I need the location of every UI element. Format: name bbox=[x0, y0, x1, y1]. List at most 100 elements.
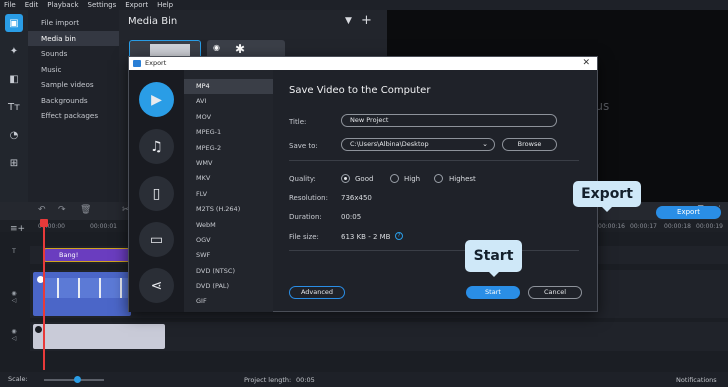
resolution-label: Resolution: bbox=[289, 194, 328, 202]
format-item[interactable]: MKV bbox=[184, 171, 273, 186]
filter-icon[interactable]: ▼ bbox=[345, 16, 352, 26]
dialog-title: Export bbox=[145, 59, 167, 67]
chevron-down-icon: ⌄ bbox=[482, 140, 488, 148]
ruler-tick: 00:00:19 bbox=[696, 223, 723, 230]
cancel-button[interactable]: Cancel bbox=[528, 286, 582, 299]
play-icon: ◉ bbox=[213, 43, 220, 52]
sidebar-item-music[interactable]: Music bbox=[28, 62, 119, 78]
advanced-button[interactable]: Advanced bbox=[289, 286, 345, 299]
format-item[interactable]: M2TS (H.264) bbox=[184, 202, 273, 217]
app-icon bbox=[133, 60, 141, 67]
format-item[interactable]: MOV bbox=[184, 110, 273, 125]
format-item[interactable]: WebM bbox=[184, 218, 273, 233]
audio-file-icon[interactable]: ♫ bbox=[139, 129, 174, 164]
ruler-tick: 00:00:16 bbox=[598, 223, 625, 230]
format-item[interactable]: MPEG-1 bbox=[184, 125, 273, 140]
sidebar-item-effect-packages[interactable]: Effect packages bbox=[28, 108, 119, 124]
quality-good-label: Good bbox=[355, 175, 374, 183]
undo-icon[interactable]: ↶ bbox=[38, 205, 46, 215]
status-bar: Scale: Project length: 00:05 Notificatio… bbox=[0, 372, 728, 387]
sidebar-item-sounds[interactable]: Sounds bbox=[28, 46, 119, 62]
clip-star-icon bbox=[35, 326, 42, 333]
video-track-controls[interactable]: ◉ ◁ bbox=[0, 290, 28, 304]
sidebar-item-backgrounds[interactable]: Backgrounds bbox=[28, 93, 119, 109]
menu-export[interactable]: Export bbox=[125, 1, 148, 9]
title-input[interactable]: New Project bbox=[341, 114, 557, 127]
playhead[interactable] bbox=[43, 220, 45, 370]
quality-good-radio[interactable] bbox=[341, 174, 350, 183]
divider bbox=[289, 250, 579, 251]
title-clip-label: Bang! bbox=[59, 251, 79, 259]
ruler-tick: 00:00:01 bbox=[90, 223, 117, 230]
quality-highest-label: Highest bbox=[449, 175, 476, 183]
duration-value: 00:05 bbox=[341, 213, 362, 221]
format-item[interactable]: WMV bbox=[184, 156, 273, 171]
sidebar-item-media-bin[interactable]: Media bin bbox=[28, 30, 119, 46]
save-to-path: C:\Users\Albina\Desktop bbox=[350, 140, 429, 148]
format-item[interactable]: AVI bbox=[184, 94, 273, 109]
format-item[interactable]: GIF bbox=[184, 294, 273, 309]
playhead-handle[interactable] bbox=[40, 219, 48, 227]
video-clip[interactable] bbox=[33, 272, 131, 316]
format-item[interactable]: DVD (PAL) bbox=[184, 279, 273, 294]
browse-button[interactable]: Browse bbox=[502, 138, 557, 151]
divider bbox=[289, 160, 579, 161]
transitions-icon[interactable]: ◧ bbox=[5, 70, 23, 88]
format-item[interactable]: MP4 bbox=[184, 79, 273, 95]
menu-settings[interactable]: Settings bbox=[88, 1, 117, 9]
overlay-clip[interactable] bbox=[33, 324, 165, 349]
export-callout: Export bbox=[573, 181, 641, 212]
dialog-titlebar: Export ✕ bbox=[129, 57, 597, 70]
overlay-track-controls[interactable]: ◉ ◁ bbox=[0, 328, 28, 342]
dancer-icon: ✱ bbox=[235, 42, 246, 56]
format-item[interactable]: MPEG-2 bbox=[184, 141, 273, 156]
stickers-icon[interactable]: ◔ bbox=[5, 126, 23, 144]
format-item[interactable]: OGV bbox=[184, 233, 273, 248]
close-icon[interactable]: ✕ bbox=[582, 57, 590, 70]
quality-highest-radio[interactable] bbox=[434, 174, 443, 183]
notifications-link[interactable]: Notifications bbox=[676, 376, 717, 384]
menu-bar: File Edit Playback Settings Export Help bbox=[0, 0, 728, 10]
title-clip[interactable]: Bang! bbox=[44, 248, 130, 262]
save-to-label: Save to: bbox=[289, 142, 318, 150]
format-item[interactable]: FLV bbox=[184, 187, 273, 202]
info-icon[interactable]: ? bbox=[395, 232, 403, 240]
format-item[interactable]: DVD (NTSC) bbox=[184, 264, 273, 279]
menu-edit[interactable]: Edit bbox=[25, 1, 39, 9]
menu-file[interactable]: File bbox=[4, 1, 16, 9]
delete-icon[interactable]: 🗑 bbox=[80, 205, 91, 215]
sidebar-item-file-import[interactable]: File import bbox=[28, 15, 119, 31]
tv-icon[interactable]: ▭ bbox=[139, 222, 174, 257]
sidebar-item-sample-videos[interactable]: Sample videos bbox=[28, 77, 119, 93]
zoom-slider-handle[interactable] bbox=[74, 376, 81, 383]
effects-wand-icon[interactable]: ✦ bbox=[5, 42, 23, 60]
filesize-label: File size: bbox=[289, 233, 319, 241]
menu-help[interactable]: Help bbox=[157, 1, 173, 9]
video-file-icon[interactable]: ▶ bbox=[139, 82, 174, 117]
title-label: Title: bbox=[289, 118, 307, 126]
import-icon[interactable]: ▣ bbox=[5, 14, 23, 32]
sidebar: File import Media bin Sounds Music Sampl… bbox=[28, 10, 119, 202]
dialog-heading: Save Video to the Computer bbox=[289, 85, 431, 96]
menu-playback[interactable]: Playback bbox=[47, 1, 78, 9]
quality-high-radio[interactable] bbox=[390, 174, 399, 183]
start-button[interactable]: Start bbox=[466, 286, 520, 299]
scale-label: Scale: bbox=[8, 375, 28, 383]
ruler-tick: 00:00:18 bbox=[664, 223, 691, 230]
export-button[interactable]: Export bbox=[656, 206, 721, 219]
save-to-field[interactable]: C:\Users\Albina\Desktop ⌄ bbox=[341, 138, 495, 151]
redo-icon[interactable]: ↷ bbox=[58, 205, 66, 215]
ruler-tick: 00:00:17 bbox=[630, 223, 657, 230]
title-track-icon[interactable]: T bbox=[0, 248, 28, 255]
duration-label: Duration: bbox=[289, 213, 322, 221]
filesize-value: 613 KB - 2 MB bbox=[341, 233, 391, 241]
left-toolbar: ▣ ✦ ◧ Tт ◔ ⊞ bbox=[0, 10, 28, 202]
format-item[interactable]: SWF bbox=[184, 248, 273, 263]
add-media-icon[interactable]: + bbox=[361, 13, 372, 28]
resolution-value: 736x450 bbox=[341, 194, 372, 202]
export-dialog: Export ✕ ▶ ♫ ▯ ▭ ⋖ MP4 AVI MOV MPEG-1 MP… bbox=[128, 56, 598, 312]
devices-icon[interactable]: ▯ bbox=[139, 176, 174, 211]
more-tools-icon[interactable]: ⊞ bbox=[5, 154, 23, 172]
titles-icon[interactable]: Tт bbox=[5, 98, 23, 116]
share-icon[interactable]: ⋖ bbox=[139, 268, 174, 303]
